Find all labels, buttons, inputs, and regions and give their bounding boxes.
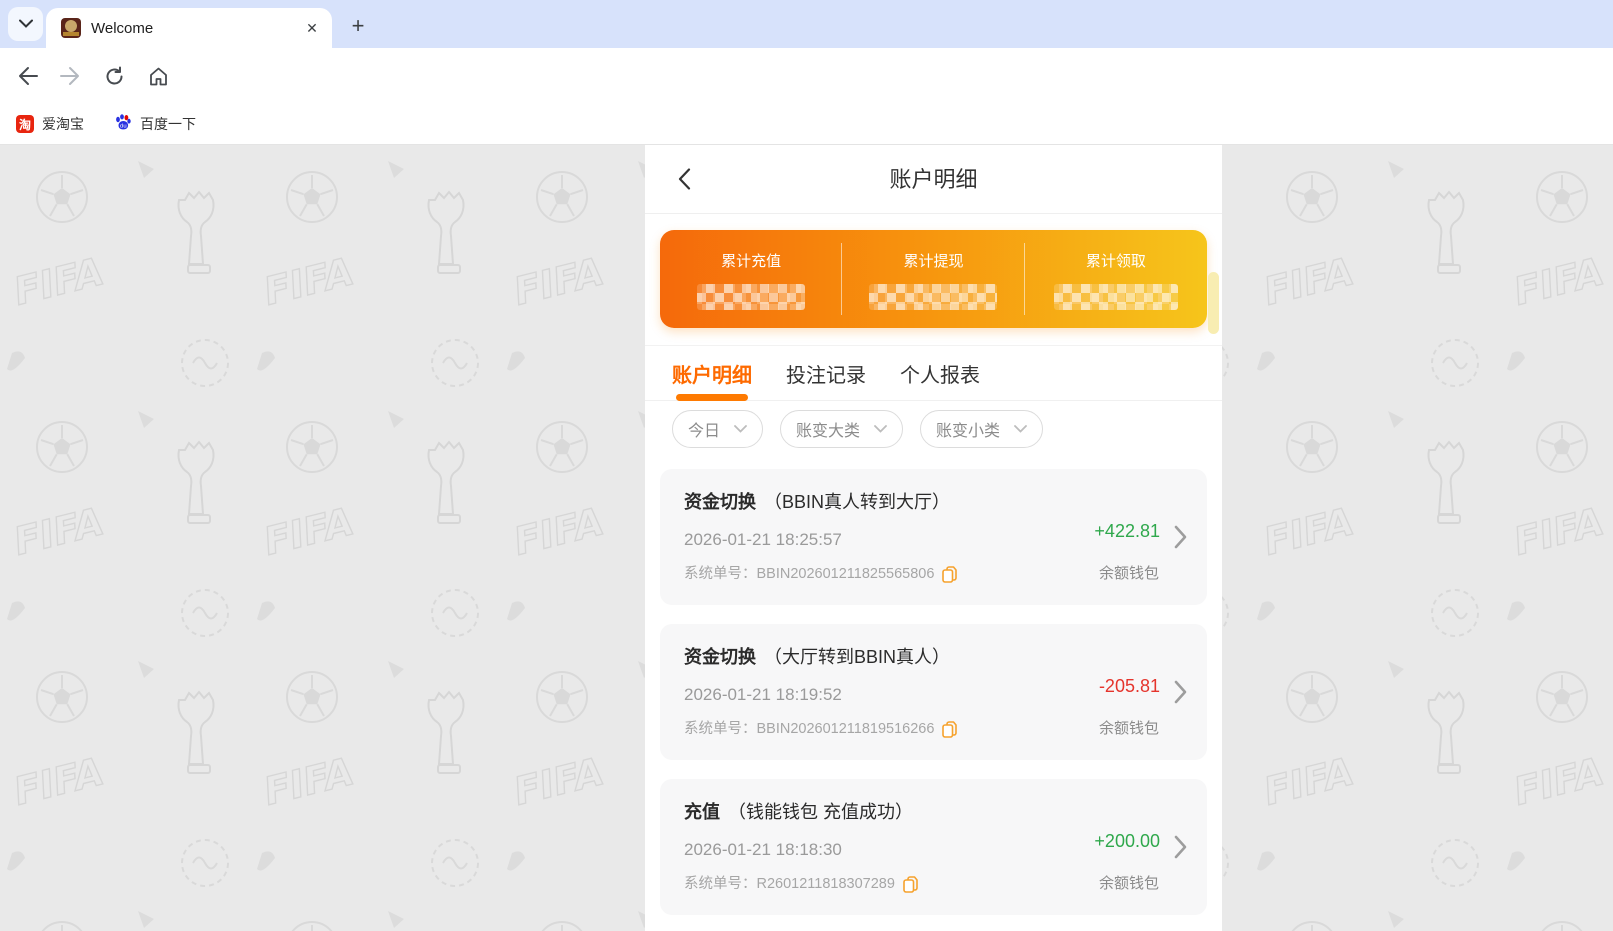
tab-close-icon[interactable]: ✕ (304, 20, 320, 36)
stat-total-deposit: 累计充值 (660, 230, 843, 328)
wallet-label: 余额钱包 (1098, 565, 1159, 582)
filter-major-category-dropdown[interactable]: 账变大类 (780, 410, 903, 448)
svg-text:du: du (120, 123, 127, 129)
order-number: BBIN202601211819516266 (756, 721, 935, 737)
tab-account-detail[interactable]: 账户明细 (672, 359, 752, 401)
forward-button[interactable] (56, 62, 84, 90)
chevron-right-icon (1174, 835, 1187, 859)
report-tabs: 账户明细 投注记录 个人报表 (645, 345, 1222, 401)
amount: -205.81 (1098, 676, 1160, 696)
chevron-right-icon (1174, 680, 1187, 704)
filter-label: 账变大类 (796, 423, 861, 440)
filter-minor-category-dropdown[interactable]: 账变小类 (920, 410, 1043, 448)
transaction-title: 资金切换 （大厅转到BBIN真人） (684, 644, 1183, 670)
tab-bet-records[interactable]: 投注记录 (786, 359, 866, 400)
chevron-down-icon (18, 15, 33, 33)
wallet-label: 余额钱包 (1098, 875, 1159, 892)
stats-section: 累计充值 累计提现 累计领取 (645, 214, 1222, 345)
copy-icon (903, 875, 918, 893)
browser-tab-welcome[interactable]: Welcome ✕ (46, 8, 332, 48)
taobao-icon: 淘 (16, 115, 34, 133)
blurred-value (869, 284, 998, 310)
copy-button[interactable] (903, 875, 918, 893)
stat-label: 累计充值 (721, 253, 782, 270)
tab-label: 个人报表 (900, 365, 980, 387)
browser-toolbar: 175616.cc/reports/index?tab=0 (0, 48, 1613, 145)
amount: +422.81 (1094, 521, 1160, 541)
order-number: BBIN202601211825565806 (756, 566, 935, 582)
bookmark-baidu[interactable]: du 百度一下 (114, 113, 196, 136)
amount: +200.00 (1094, 831, 1160, 851)
copy-icon (942, 565, 958, 583)
transaction-title: 充值 （钱能钱包 充值成功） (684, 799, 1183, 825)
chevron-left-icon (678, 168, 690, 190)
refresh-button[interactable] (100, 62, 128, 90)
transaction-type: 资金切换 (684, 647, 756, 667)
transaction-note: （钱能钱包 充值成功） (728, 802, 913, 822)
transaction-note: （BBIN真人转到大厅） (764, 492, 951, 512)
transaction-type: 资金切换 (684, 492, 756, 512)
transaction-note: （大厅转到BBIN真人） (764, 647, 951, 667)
chevron-down-icon (874, 425, 887, 433)
order-label: 系统单号： (684, 566, 757, 582)
transaction-row[interactable]: 资金切换 （BBIN真人转到大厅） 2026-01-21 18:25:57 系统单… (660, 469, 1207, 605)
bookmark-label: 爱淘宝 (42, 116, 84, 132)
active-tab-underline (676, 394, 748, 401)
stat-total-claimed: 累计领取 (1025, 230, 1207, 328)
site-favicon (61, 18, 81, 38)
copy-button[interactable] (942, 720, 958, 738)
chevron-down-icon (734, 425, 747, 433)
page-back-button[interactable] (671, 166, 697, 192)
chevron-down-icon (1014, 425, 1027, 433)
blurred-value (1053, 284, 1178, 310)
forward-arrow-icon (60, 67, 79, 85)
refresh-icon (106, 66, 122, 84)
filter-label: 今日 (688, 423, 721, 440)
filter-label: 账变小类 (936, 423, 1001, 440)
bookmark-label: 百度一下 (140, 116, 196, 132)
baidu-paw-icon: du (114, 113, 132, 136)
transaction-row[interactable]: 充值 （钱能钱包 充值成功） 2026-01-21 18:18:30 系统单号： … (660, 779, 1207, 915)
tab-title: Welcome (91, 19, 154, 37)
tab-search-button[interactable] (8, 7, 43, 41)
carousel-peek (1208, 272, 1219, 334)
filters: 今日 账变大类 账变小类 (645, 401, 1222, 461)
order-number: R2601211818307289 (756, 876, 895, 892)
copy-button[interactable] (942, 565, 958, 583)
tab-label: 账户明细 (672, 365, 752, 387)
page-title: 账户明细 (889, 167, 978, 192)
page-header: 账户明细 (645, 145, 1222, 214)
order-label: 系统单号： (684, 721, 757, 737)
tab-label: 投注记录 (786, 365, 866, 387)
copy-icon (942, 720, 958, 738)
home-button[interactable] (144, 62, 172, 90)
blurred-value (697, 284, 806, 310)
transaction-type: 充值 (684, 802, 720, 822)
transaction-title: 资金切换 （BBIN真人转到大厅） (684, 489, 1183, 515)
stat-label: 累计领取 (1085, 253, 1146, 270)
chevron-right-icon (1174, 525, 1187, 549)
stat-label: 累计提现 (903, 253, 964, 270)
home-icon (149, 67, 167, 85)
back-arrow-icon (19, 67, 38, 85)
transaction-row[interactable]: 资金切换 （大厅转到BBIN真人） 2026-01-21 18:19:52 系统单… (660, 624, 1207, 760)
wallet-label: 余额钱包 (1098, 720, 1159, 737)
filter-date-dropdown[interactable]: 今日 (672, 410, 763, 448)
browser-tab-strip: Welcome ✕ + (0, 0, 1613, 48)
tab-personal-report[interactable]: 个人报表 (900, 359, 980, 400)
stat-total-withdraw: 累计提现 (842, 230, 1025, 328)
account-detail-panel: 账户明细 累计充值 累计提现 累计领取 账户明细 投注记录 个人报表 今日 账变… (645, 145, 1222, 931)
bookmark-aitaobao[interactable]: 淘 爱淘宝 (16, 114, 84, 134)
new-tab-button[interactable]: + (344, 12, 372, 40)
bookmarks-bar: 淘 爱淘宝 du 百度一下 (0, 104, 1613, 145)
transaction-list: 资金切换 （BBIN真人转到大厅） 2026-01-21 18:25:57 系统单… (645, 461, 1222, 915)
order-label: 系统单号： (684, 876, 757, 892)
totals-card: 累计充值 累计提现 累计领取 (660, 230, 1207, 328)
back-button[interactable] (14, 62, 42, 90)
